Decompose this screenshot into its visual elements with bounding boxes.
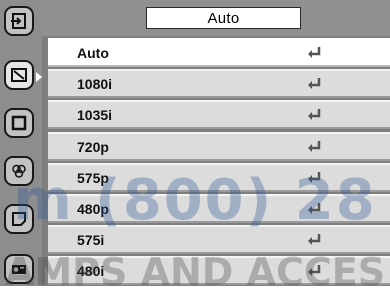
menu-item-label: Auto [77, 45, 109, 61]
screen-size-icon[interactable] [4, 108, 34, 138]
signal-menu-panel: Auto Auto 1080i 1035i 720p 575p 480p 575i 480i [42, 0, 390, 286]
menu-item[interactable]: 1035i [48, 100, 390, 130]
watermark-phone-text: m (800) 28 [13, 168, 377, 233]
menu-title-bar: Auto [42, 0, 390, 36]
current-value-box: Auto [146, 7, 301, 29]
menu-item[interactable]: 720p [48, 131, 390, 161]
enter-return-icon [306, 140, 322, 159]
menu-item[interactable]: 1080i [48, 69, 390, 99]
menu-item-label: 720p [77, 138, 109, 155]
sidebar [0, 0, 42, 286]
signal-select-icon[interactable] [4, 60, 34, 90]
enter-return-icon [306, 108, 322, 127]
enter-return-icon [306, 46, 322, 65]
enter-return-icon [306, 77, 322, 96]
menu-item-label: 1080i [77, 76, 113, 93]
menu-item-label: 1035i [77, 107, 113, 124]
input-select-icon[interactable] [4, 6, 34, 36]
menu-item-label: 575i [77, 232, 105, 249]
menu-item[interactable]: Auto [48, 38, 390, 67]
watermark-brand-text: AMPS AND ACCES [4, 250, 386, 294]
